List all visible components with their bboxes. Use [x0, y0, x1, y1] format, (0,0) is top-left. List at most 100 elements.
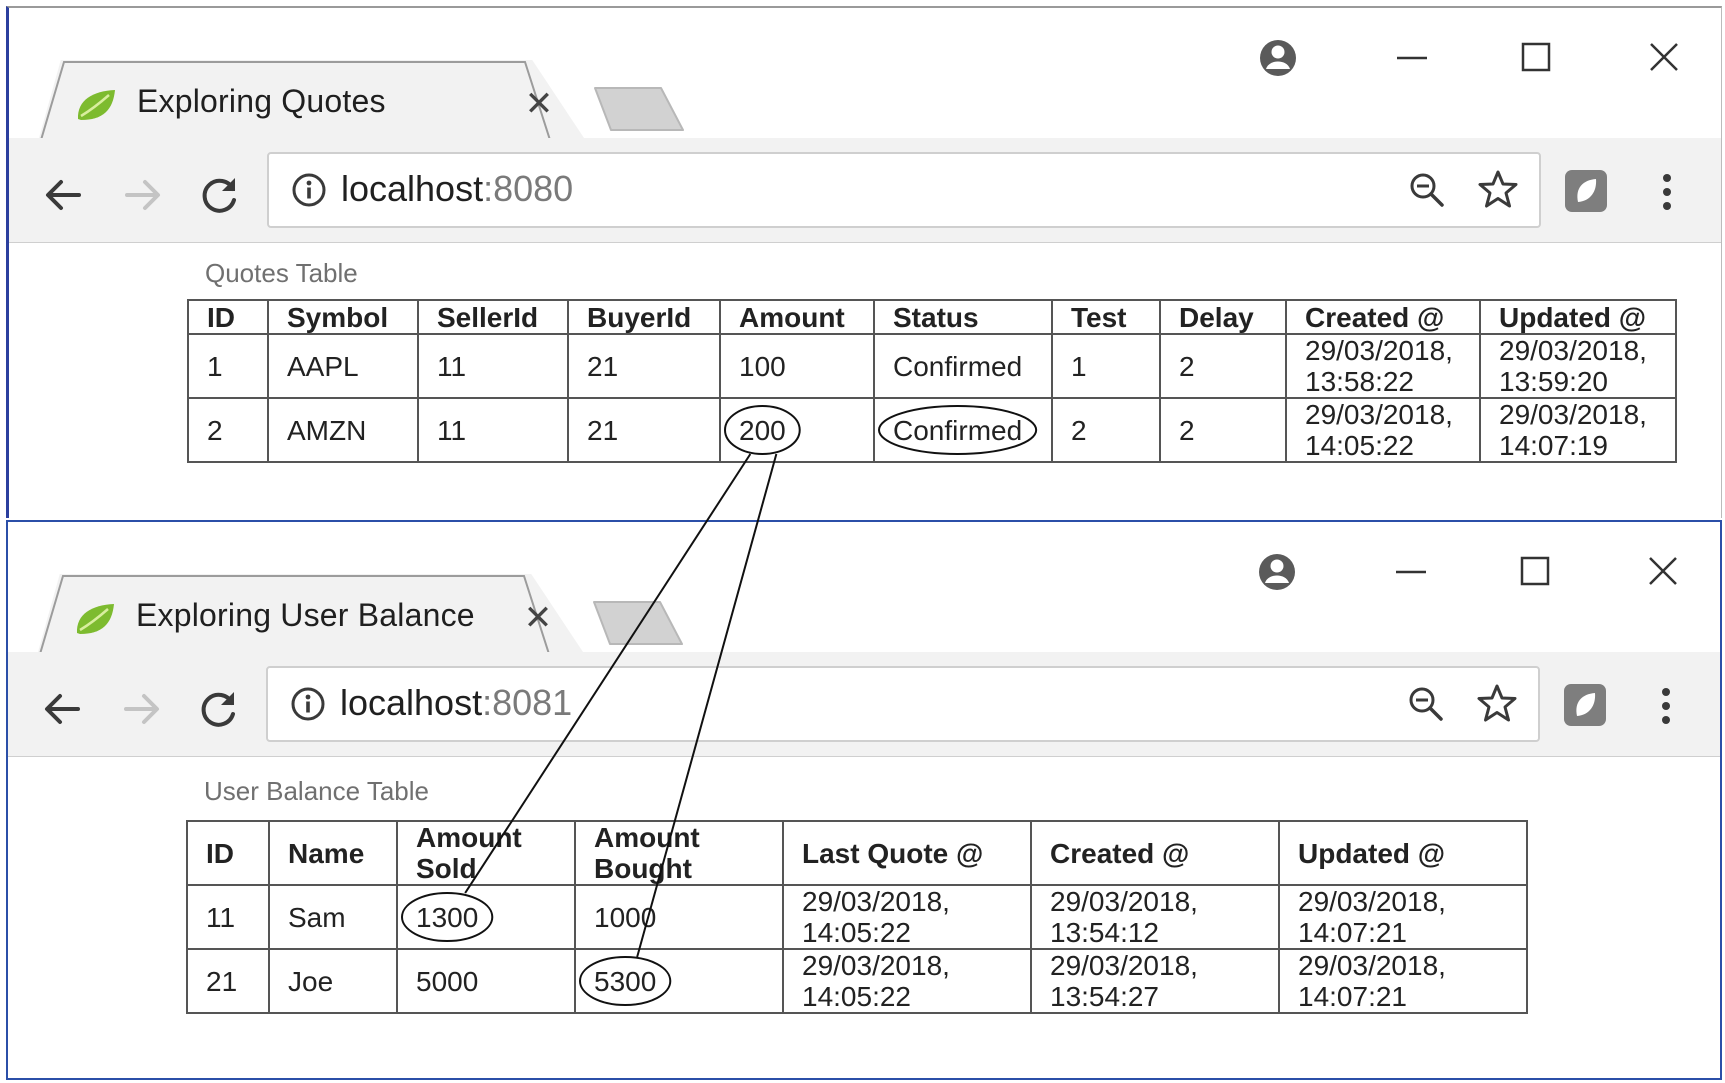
- cell-buyerid: 21: [567, 333, 721, 399]
- column-header-test: Test: [1051, 299, 1161, 335]
- cell-name: Sam: [268, 884, 398, 950]
- cell-created: 29/03/2018, 13:54:12: [1030, 884, 1280, 950]
- column-header-updated: Updated @: [1479, 299, 1677, 335]
- forward-arrow-icon[interactable]: [118, 686, 164, 732]
- star-icon[interactable]: [1477, 168, 1519, 210]
- maximize-icon[interactable]: [1510, 550, 1560, 594]
- page-content: Quotes Table ID Symbol SellerId BuyerId Amou…: [9, 243, 1721, 518]
- url-port: :8081: [482, 682, 573, 723]
- column-header-last-quote: Last Quote @: [782, 820, 1032, 886]
- data-table: ID Name Amount Sold Amount Bought Last Quote…: [186, 820, 1528, 1014]
- column-header-amount-sold: Amount Sold: [396, 820, 576, 886]
- cell-id: 2: [187, 397, 269, 463]
- url-host: localhost: [340, 682, 483, 723]
- cell-symbol: AMZN: [267, 397, 419, 463]
- cell-last-quote: 29/03/2018, 14:05:22: [782, 884, 1032, 950]
- table-caption: User Balance Table: [204, 776, 429, 806]
- cell-amount-sold: 5000: [396, 948, 576, 1014]
- column-header-status: Status: [873, 299, 1053, 335]
- table-row: 11 Sam 1300 1000 29/03/2018, 14:05:22 29/03/2…: [186, 884, 1528, 950]
- address-bar[interactable]: localhost:8080: [267, 152, 1541, 228]
- cell-id: 11: [186, 884, 270, 950]
- cell-updated: 29/03/2018, 14:07:21: [1278, 948, 1528, 1014]
- title-bar: Exploring User Balance ✕: [8, 522, 1720, 655]
- spring-leaf-icon: [77, 90, 115, 120]
- column-header-amount-bought: Amount Bought: [574, 820, 784, 886]
- browser-window-user-balance: Exploring User Balance ✕ localhost:8081 …: [6, 520, 1722, 1080]
- cell-test: 2: [1051, 397, 1161, 463]
- column-header-created: Created @: [1285, 299, 1481, 335]
- account-icon[interactable]: [1252, 550, 1302, 594]
- browser-toolbar: localhost:8080: [9, 138, 1721, 243]
- cell-status: Confirmed: [873, 397, 1053, 463]
- cell-amount: 200: [719, 397, 875, 463]
- column-header-updated: Updated @: [1278, 820, 1528, 886]
- browser-window-quotes: Exploring Quotes ✕ localhost:8080 Quotes…: [6, 6, 1722, 518]
- tab-title: Exploring Quotes: [137, 83, 386, 119]
- column-header-delay: Delay: [1159, 299, 1287, 335]
- page-content: User Balance Table ID Name Amount Sold Amou…: [8, 757, 1720, 1078]
- close-window-icon[interactable]: [1638, 550, 1688, 594]
- column-header-created: Created @: [1030, 820, 1280, 886]
- tab-title: Exploring User Balance: [136, 597, 475, 633]
- cell-created: 29/03/2018, 13:54:27: [1030, 948, 1280, 1014]
- browser-toolbar: localhost:8081: [8, 652, 1720, 757]
- cell-symbol: AAPL: [267, 333, 419, 399]
- url-text[interactable]: localhost:8081: [340, 682, 572, 724]
- table-header-row: ID Symbol SellerId BuyerId Amount Status Test D…: [187, 299, 1677, 335]
- cell-test: 1: [1051, 333, 1161, 399]
- cell-created: 29/03/2018, 13:58:22: [1285, 333, 1481, 399]
- back-arrow-icon[interactable]: [41, 172, 87, 218]
- cell-buyerid: 21: [567, 397, 721, 463]
- star-icon[interactable]: [1476, 682, 1518, 724]
- new-tab-icon[interactable]: [588, 598, 688, 648]
- menu-dots-icon[interactable]: [1657, 170, 1677, 214]
- cell-sellerid: 11: [417, 333, 569, 399]
- table-row: 1 AAPL 11 21 100 Confirmed 1 2 29/03/2018, 13:58…: [187, 333, 1677, 399]
- column-header-id: ID: [186, 820, 270, 886]
- cell-amount-bought: 1000: [574, 884, 784, 950]
- url-text[interactable]: localhost:8080: [341, 168, 573, 210]
- address-bar[interactable]: localhost:8081: [266, 666, 1540, 742]
- forward-arrow-icon[interactable]: [119, 172, 165, 218]
- minimize-icon[interactable]: [1387, 36, 1437, 80]
- cell-id: 21: [186, 948, 270, 1014]
- table-row: 2 AMZN 11 21 200 Confirmed 2 2 29/03/2018, 14:05…: [187, 397, 1677, 463]
- cell-updated: 29/03/2018, 14:07:21: [1278, 884, 1528, 950]
- cell-id: 1: [187, 333, 269, 399]
- cell-amount: 100: [719, 333, 875, 399]
- table-header-row: ID Name Amount Sold Amount Bought Last Quote…: [186, 820, 1528, 886]
- cell-sellerid: 11: [417, 397, 569, 463]
- new-tab-icon[interactable]: [589, 84, 689, 134]
- column-header-name: Name: [268, 820, 398, 886]
- cell-name: Joe: [268, 948, 398, 1014]
- column-header-symbol: Symbol: [267, 299, 419, 335]
- zoom-out-icon[interactable]: [1406, 684, 1446, 724]
- table-caption: Quotes Table: [205, 258, 358, 288]
- column-header-buyerid: BuyerId: [567, 299, 721, 335]
- close-icon[interactable]: ✕: [522, 600, 554, 636]
- info-icon[interactable]: [291, 172, 327, 208]
- info-icon[interactable]: [290, 686, 326, 722]
- minimize-icon[interactable]: [1386, 550, 1436, 594]
- maximize-icon[interactable]: [1511, 36, 1561, 80]
- table-row: 21 Joe 5000 5300 29/03/2018, 14:05:22 29/03/2…: [186, 948, 1528, 1014]
- extension-icon[interactable]: [1563, 168, 1609, 214]
- account-icon[interactable]: [1253, 36, 1303, 80]
- reload-icon[interactable]: [196, 686, 242, 732]
- cell-created: 29/03/2018, 14:05:22: [1285, 397, 1481, 463]
- reload-icon[interactable]: [197, 172, 243, 218]
- menu-dots-icon[interactable]: [1656, 684, 1676, 728]
- zoom-out-icon[interactable]: [1407, 170, 1447, 210]
- cell-updated: 29/03/2018, 13:59:20: [1479, 333, 1677, 399]
- data-table: ID Symbol SellerId BuyerId Amount Status Test D…: [187, 299, 1677, 463]
- back-arrow-icon[interactable]: [40, 686, 86, 732]
- cell-delay: 2: [1159, 397, 1287, 463]
- cell-status: Confirmed: [873, 333, 1053, 399]
- extension-icon[interactable]: [1562, 682, 1608, 728]
- close-icon[interactable]: ✕: [523, 86, 555, 122]
- close-window-icon[interactable]: [1639, 36, 1689, 80]
- url-host: localhost: [341, 168, 484, 209]
- cell-updated: 29/03/2018, 14:07:19: [1479, 397, 1677, 463]
- url-port: :8080: [483, 168, 574, 209]
